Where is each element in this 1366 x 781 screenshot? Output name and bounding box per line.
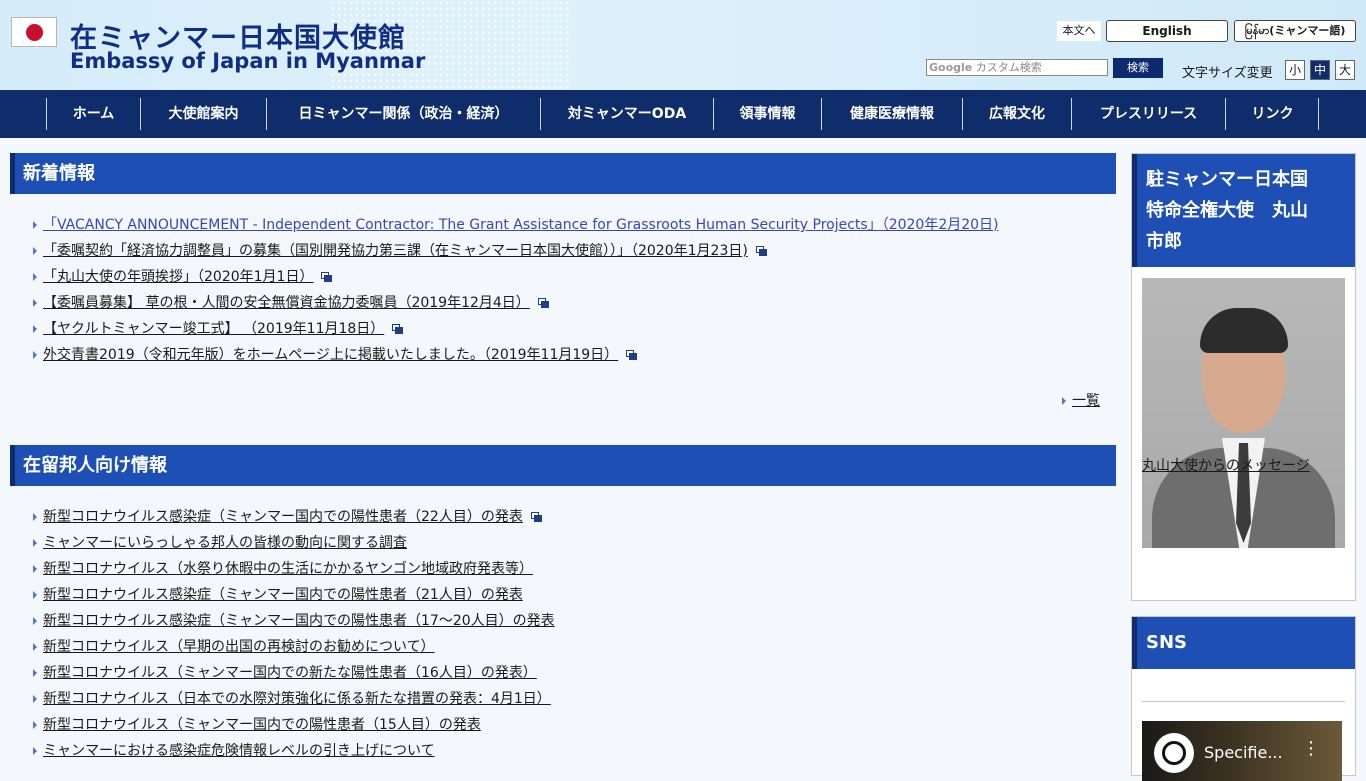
residents-item[interactable]: ミャンマーにいらっしゃる邦人の皆様の動向に関する調査 [33,532,407,554]
external-link-icon [626,350,638,360]
nav-item-culture[interactable]: 広報文化 [962,98,1071,130]
residents-item[interactable]: 新型コロナウイルス（水祭り休暇中の生活にかかるヤンゴン地域政府発表等） [33,558,533,580]
arrow-right-icon [33,617,37,625]
residents-item[interactable]: 新型コロナウイルス（ミャンマー国内での陽性患者（15人目）の発表 [33,714,481,736]
nav-item-relations[interactable]: 日ミャンマー関係（政治・経済） [266,98,540,130]
search-placeholder: カスタム検索 [975,61,1042,74]
ambassador-message-link[interactable]: 丸山大使からのメッセージ [1142,455,1310,475]
nav-item-consular[interactable]: 領事情報 [713,98,821,130]
arrow-right-icon [33,747,37,755]
site-title-en[interactable]: Embassy of Japan in Myanmar [70,49,425,73]
residents-item[interactable]: 新型コロナウイルス感染症（ミャンマー国内での陽性患者（21人目）の発表 [33,584,523,606]
residents-heading: 在留邦人向け情報 [10,445,1116,486]
arrow-right-icon [33,565,37,573]
nav-item-press[interactable]: プレスリリース [1071,98,1225,130]
site-header: 在ミャンマー日本国大使館 Embassy of Japan in Myanmar… [0,0,1366,90]
nav-item-links[interactable]: リンク [1225,98,1319,130]
news-item[interactable]: 「丸山大使の年頭挨拶」（2020年1月1日） [33,266,333,288]
font-size-large-button[interactable]: 大 [1335,60,1355,80]
ambassador-box: 駐ミャンマー日本国 特命全権大使 丸山 市郎 丸山大使からのメッセージ [1131,153,1356,601]
residents-item[interactable]: ミャンマーにおける感染症危険情報レベルの引き上げについて [33,740,435,762]
nav-item-embassy[interactable]: 大使館案内 [140,98,266,130]
ambassador-photo[interactable] [1142,278,1345,548]
news-more-link[interactable]: 一覧 [1062,390,1100,412]
arrow-right-icon [33,721,37,729]
arrow-right-icon [33,669,37,677]
more-vert-icon[interactable]: ⋮ [1302,740,1320,758]
news-item[interactable]: 【委嘱員募集】 草の根・人間の安全無償資金協力委嘱員（2019年12月4日） [33,292,549,314]
font-size-medium-button[interactable]: 中 [1310,60,1330,80]
arrow-right-icon [33,325,37,333]
external-link-icon [530,512,542,522]
search-button[interactable]: 検索 [1113,58,1163,78]
search-input[interactable]: Google カスタム検索 [926,59,1108,76]
divider [1142,701,1345,702]
english-language-button[interactable]: English [1106,20,1228,42]
news-item[interactable]: 「VACANCY ANNOUNCEMENT - Independent Cont… [33,214,999,236]
myanmar-language-button[interactable]: မြန်မာ(ミャンマー語) [1234,20,1356,42]
residents-item[interactable]: 新型コロナウイルス（日本での水際対策強化に係る新たな措置の発表：4月1日） [33,688,551,710]
arrow-right-icon [33,643,37,651]
news-item[interactable]: 【ヤクルトミャンマー竣工式】 （2019年11月18日） [33,318,404,340]
arrow-right-icon [33,513,37,521]
sns-box: SNS Specifie... ⋮ [1131,616,1356,781]
arrow-right-icon [33,299,37,307]
youtube-video-embed[interactable]: Specifie... ⋮ [1142,721,1342,781]
sns-heading: SNS [1132,617,1355,669]
arrow-right-icon [33,351,37,359]
arrow-right-icon [33,695,37,703]
nav-item-home[interactable]: ホーム [46,98,140,130]
ambassador-heading: 駐ミャンマー日本国 特命全権大使 丸山 市郎 [1132,154,1355,267]
arrow-right-icon [1062,397,1066,405]
font-size-label: 文字サイズ変更 [1182,66,1273,81]
skip-to-content-link[interactable]: 本文へ [1057,21,1101,41]
residents-item[interactable]: 新型コロナウイルス（ミャンマー国内での新たな陽性患者（16人目）の発表） [33,662,537,684]
japan-flag-icon [11,17,57,47]
nav-item-health[interactable]: 健康医療情報 [821,98,962,130]
font-size-small-button[interactable]: 小 [1285,60,1305,80]
external-link-icon [755,246,767,256]
nav-divider [1318,98,1319,130]
external-link-icon [392,324,404,334]
residents-item[interactable]: 新型コロナウイルス感染症（ミャンマー国内での陽性患者（17～20人目）の発表 [33,610,555,632]
residents-item[interactable]: 新型コロナウイルス感染症（ミャンマー国内での陽性患者（22人目）の発表 [33,506,542,528]
arrow-right-icon [33,539,37,547]
google-logo: Google [929,61,973,74]
arrow-right-icon [33,247,37,255]
news-item[interactable]: 外交青書2019（令和元年版）をホームページ上に掲載いたしました。（2019年1… [33,344,638,366]
arrow-right-icon [33,221,37,229]
video-title[interactable]: Specifie... [1204,743,1283,762]
news-heading: 新着情報 [10,153,1116,194]
external-link-icon [321,272,333,282]
residents-item[interactable]: 新型コロナウイルス（早期の出国の再検討のお勧めについて） [33,636,435,658]
external-link-icon [537,298,549,308]
news-item[interactable]: 「委嘱契約「経済協力調整員」の募集（国別開発協力第三課（在ミャンマー日本国大使館… [33,240,767,262]
global-nav: ホーム 大使館案内 日ミャンマー関係（政治・経済） 対ミャンマーODA 領事情報… [0,90,1366,138]
arrow-right-icon [33,273,37,281]
nav-item-oda[interactable]: 対ミャンマーODA [540,98,713,130]
mofa-logo-icon [1154,733,1194,773]
arrow-right-icon [33,591,37,599]
